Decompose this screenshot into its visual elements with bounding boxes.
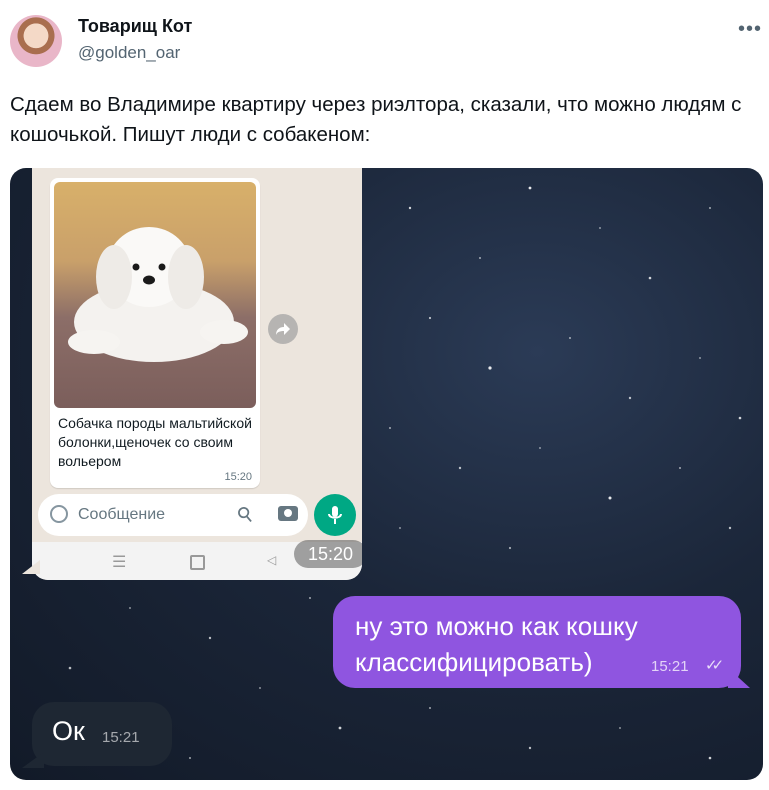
more-options-icon[interactable]: ••• — [738, 18, 762, 41]
attachment-icon: ⚲ — [232, 501, 259, 529]
outgoing-message-text: ну это можно как кошку классифицировать) — [355, 611, 638, 677]
bubble-tail — [22, 560, 40, 574]
input-placeholder: Сообщение — [78, 506, 166, 523]
double-check-icon: ✓✓ — [705, 657, 724, 674]
embedded-message: Собачка породы мальтийской болонки,щеноч… — [50, 178, 260, 488]
message-input: Сообщение ⚲ — [38, 494, 308, 536]
incoming-message-time: 15:21 — [102, 729, 140, 746]
display-name[interactable]: Товарищ Кот — [78, 16, 192, 37]
microphone-icon — [314, 494, 356, 536]
incoming-message-text: Ок — [52, 716, 85, 746]
message-caption: Собачка породы мальтийской болонки,щеноч… — [58, 415, 252, 469]
message-time: 15:20 — [224, 471, 252, 483]
camera-icon — [278, 506, 298, 521]
outgoing-message-time: 15:21 — [651, 658, 689, 675]
emoji-icon — [50, 505, 68, 523]
home-icon — [190, 555, 205, 570]
recent-apps-icon: ☰ — [112, 554, 127, 571]
tweet-text: Сдаем во Владимире квартиру через риэлто… — [10, 93, 742, 146]
bubble-tail — [728, 668, 750, 688]
back-icon: ◁ — [267, 553, 277, 567]
bubble-time: 15:20 — [294, 540, 362, 568]
tweet-media-image[interactable]: Собачка породы мальтийской болонки,щеноч… — [10, 168, 763, 780]
maltese-puppy-illustration — [68, 227, 248, 362]
handle[interactable]: @golden_oar — [78, 43, 180, 63]
forward-icon — [268, 314, 298, 344]
outgoing-message: ну это можно как кошку классифицировать)… — [333, 596, 741, 688]
whatsapp-screenshot: Собачка породы мальтийской болонки,щеноч… — [32, 168, 362, 580]
dog-photo — [54, 182, 256, 408]
bubble-tail — [22, 752, 44, 768]
incoming-message: Ок 15:21 — [32, 702, 172, 766]
avatar[interactable] — [10, 15, 62, 67]
